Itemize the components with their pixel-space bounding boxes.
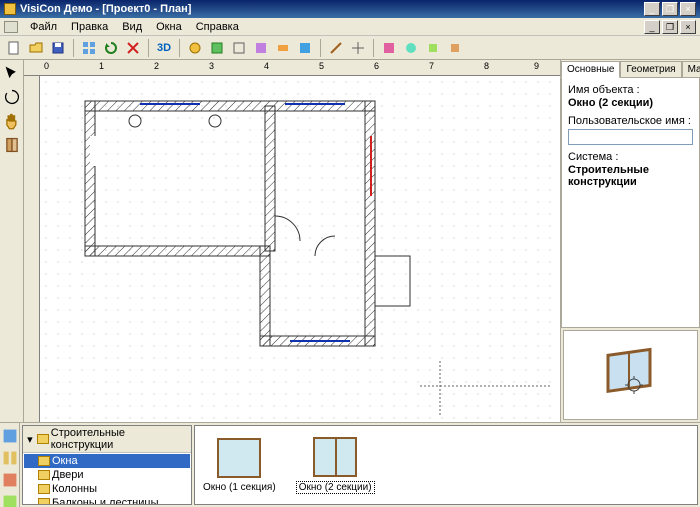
view5-button[interactable]: [273, 38, 293, 58]
app-title: VisiCon Демо - [Проект0 - План]: [20, 3, 644, 15]
object-name-label: Имя объекта :: [568, 84, 693, 96]
tree-item-windows[interactable]: Окна: [24, 454, 190, 468]
pal-btn2[interactable]: [1, 449, 19, 467]
shape3-button[interactable]: [423, 38, 443, 58]
titlebar: VisiCon Демо - [Проект0 - План] _ ❐ ×: [0, 0, 700, 18]
refresh-button[interactable]: [101, 38, 121, 58]
door-tool[interactable]: [3, 136, 21, 154]
prop-body: Имя объекта : Окно (2 секции) Пользовате…: [561, 77, 700, 328]
toolbar: 3D: [0, 36, 700, 60]
tree-item-balconies[interactable]: Балконы и лестницы: [24, 496, 190, 505]
menu-help[interactable]: Справка: [190, 20, 245, 34]
properties-panel: Основные Геометрия Материалы Имя объекта…: [560, 60, 700, 422]
view1-button[interactable]: [185, 38, 205, 58]
app-icon: [4, 3, 16, 15]
system-label: Система :: [568, 151, 693, 163]
vertical-ruler: [24, 76, 40, 422]
view4-button[interactable]: [251, 38, 271, 58]
tab-geometry[interactable]: Геометрия: [620, 61, 681, 78]
tree-root[interactable]: ▾ Строительные конструкции: [23, 426, 191, 453]
mdi-icon: [4, 21, 18, 33]
horizontal-ruler: 0 1 2 3 4 5 6 7 8 9: [24, 60, 560, 76]
object-name-value: Окно (2 секции): [568, 97, 693, 109]
tree-item-columns[interactable]: Колонны: [24, 482, 190, 496]
mdi-maximize-button[interactable]: ❐: [662, 20, 678, 34]
system-value: Строительные конструкции: [568, 164, 693, 188]
open-button[interactable]: [26, 38, 46, 58]
minimize-button[interactable]: _: [644, 2, 660, 16]
shape2-button[interactable]: [401, 38, 421, 58]
save-button[interactable]: [48, 38, 68, 58]
view6-button[interactable]: [295, 38, 315, 58]
menu-windows[interactable]: Окна: [150, 20, 188, 34]
preview-3d[interactable]: [563, 330, 698, 420]
view3-button[interactable]: [229, 38, 249, 58]
rotate-tool[interactable]: [3, 88, 21, 106]
library-tree[interactable]: ▾ Строительные конструкции Окна Двери Ко…: [22, 425, 192, 505]
workarea: 0 1 2 3 4 5 6 7 8 9: [0, 60, 700, 422]
canvas-area: 0 1 2 3 4 5 6 7 8 9: [24, 60, 560, 422]
folder-icon: [37, 434, 49, 444]
delete-button[interactable]: [123, 38, 143, 58]
pal-btn1[interactable]: [1, 427, 19, 445]
prop-tabs: Основные Геометрия Материалы: [561, 60, 700, 77]
group1-button[interactable]: [79, 38, 99, 58]
new-button[interactable]: [4, 38, 24, 58]
menubar: Файл Правка Вид Окна Справка _ ❐ ×: [0, 18, 700, 36]
shape4-button[interactable]: [445, 38, 465, 58]
drawing-canvas[interactable]: [40, 76, 560, 422]
menu-file[interactable]: Файл: [24, 20, 63, 34]
shape1-button[interactable]: [379, 38, 399, 58]
window-buttons: _ ❐ ×: [644, 2, 696, 16]
maximize-button[interactable]: ❐: [662, 2, 678, 16]
palette-item-window1[interactable]: Окно (1 секция): [203, 438, 276, 493]
tree-item-doors[interactable]: Двери: [24, 468, 190, 482]
palette-item-window2[interactable]: Окно (2 секции): [296, 437, 375, 494]
bottom-panel: ▾ Строительные конструкции Окна Двери Ко…: [0, 422, 700, 507]
left-toolbox: [0, 60, 24, 422]
3d-button[interactable]: 3D: [154, 38, 174, 58]
tool1-button[interactable]: [326, 38, 346, 58]
tool2-button[interactable]: [348, 38, 368, 58]
mdi-close-button[interactable]: ×: [680, 20, 696, 34]
pal-btn3[interactable]: [1, 471, 19, 489]
select-tool[interactable]: [3, 64, 21, 82]
menu-view[interactable]: Вид: [116, 20, 148, 34]
pan-tool[interactable]: [3, 112, 21, 130]
mdi-minimize-button[interactable]: _: [644, 20, 660, 34]
tab-materials[interactable]: Материалы: [682, 61, 700, 78]
object-palette: Окно (1 секция) Окно (2 секции): [194, 425, 698, 505]
floorplan: [40, 76, 560, 422]
view2-button[interactable]: [207, 38, 227, 58]
palette-controls: [0, 423, 20, 507]
menu-edit[interactable]: Правка: [65, 20, 114, 34]
close-button[interactable]: ×: [680, 2, 696, 16]
user-name-input[interactable]: [568, 129, 693, 145]
user-name-label: Пользовательское имя :: [568, 115, 693, 127]
tab-main[interactable]: Основные: [561, 61, 620, 78]
pal-btn4[interactable]: [1, 493, 19, 507]
